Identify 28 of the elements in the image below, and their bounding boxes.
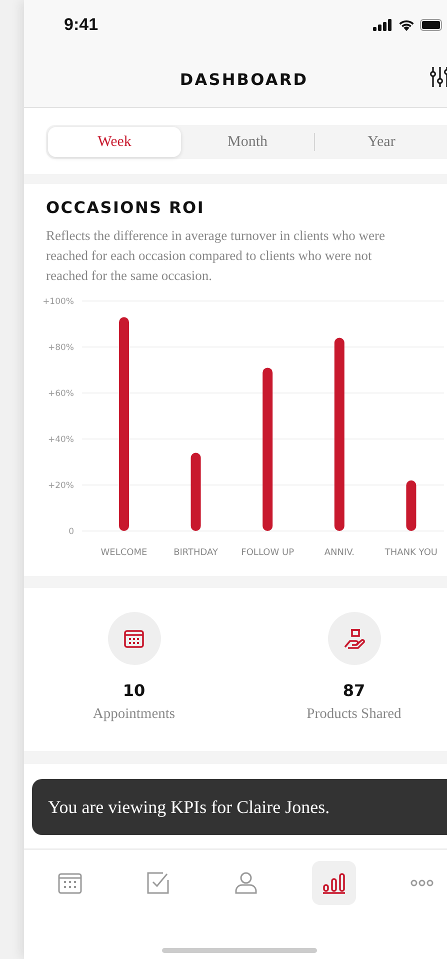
- status-time: 9:41: [64, 15, 98, 35]
- axis-label: WELCOME: [100, 548, 148, 558]
- axis-label: +80%: [48, 343, 74, 353]
- filter-icon[interactable]: [430, 66, 447, 88]
- wifi-icon: [398, 19, 415, 31]
- period-tab[interactable]: Month: [181, 127, 314, 157]
- section-title: OCCASIONS ROI: [45, 198, 206, 217]
- axis-label: THANK YOU: [384, 548, 438, 558]
- battery-icon: [420, 19, 442, 31]
- signal-icon: [373, 19, 393, 31]
- axis-label: +100%: [42, 297, 74, 307]
- axis-label: BIRTHDAY: [174, 548, 218, 558]
- axis-label: 0: [68, 527, 74, 537]
- axis-label: ANNIV.: [324, 548, 354, 558]
- axis-label: +60%: [48, 389, 74, 399]
- chart-description: Reflects the difference in average turnover in clients who were reached for each occasion compared to clients who were not reached for the same occasion.: [45, 227, 386, 285]
- axis-label: +40%: [48, 435, 74, 445]
- stat-label: Appointments: [92, 706, 176, 723]
- stat-value: 87: [342, 681, 366, 700]
- screen-title: DASHBOARD: [180, 70, 308, 89]
- period-tab[interactable]: Year: [315, 127, 447, 157]
- axis-label: +20%: [48, 481, 74, 491]
- toast-message: You are viewing KPIs for Claire Jones.: [32, 779, 447, 835]
- axis-label: FOLLOW UP: [241, 548, 294, 558]
- stat-value: 10: [122, 681, 146, 700]
- bar-chart-icon[interactable]: [312, 861, 356, 905]
- period-tab[interactable]: Week: [48, 127, 181, 157]
- stat-label: Products Shared: [306, 706, 402, 723]
